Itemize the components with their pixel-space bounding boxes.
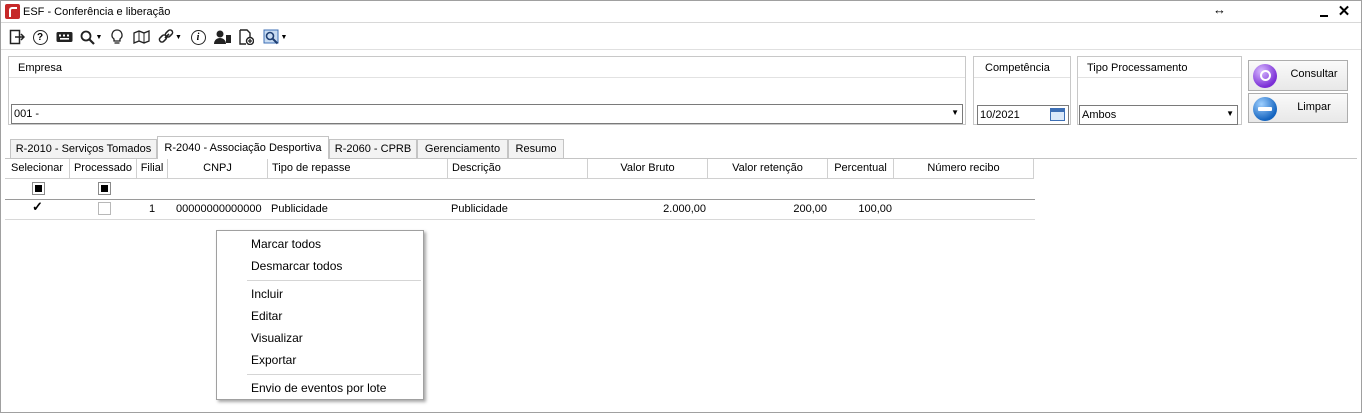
column-header-percentual[interactable]: Percentual	[828, 159, 894, 179]
chevron-down-icon: ▼	[95, 33, 103, 41]
divider	[9, 77, 965, 78]
tab-r2060[interactable]: R-2060 - CPRB	[329, 139, 417, 159]
competencia-group: Competência 10/2021	[973, 56, 1071, 125]
app-logo-icon	[5, 4, 20, 19]
consultar-button[interactable]: Consultar	[1248, 60, 1348, 91]
empresa-select[interactable]: 001 - ▼	[11, 104, 963, 124]
menu-item-incluir[interactable]: Incluir	[218, 283, 422, 305]
toolbar: ? ▼ ▼ i ▼	[1, 24, 1361, 50]
empresa-label: Empresa	[18, 62, 63, 74]
tab-gerenciamento[interactable]: Gerenciamento	[417, 139, 508, 159]
column-header-valor-retencao[interactable]: Valor retenção	[708, 159, 828, 179]
column-header-processado[interactable]: Processado	[70, 159, 137, 179]
lightbulb-icon[interactable]	[109, 28, 125, 46]
tab-resumo[interactable]: Resumo	[508, 139, 564, 159]
minimize-button[interactable]	[1315, 3, 1333, 21]
competencia-label: Competência	[985, 62, 1050, 74]
menu-item-envio-eventos-lote[interactable]: Envio de eventos por lote	[218, 377, 422, 399]
menu-separator	[247, 280, 421, 281]
tipo-processamento-group: Tipo Processamento Ambos ▼	[1077, 56, 1242, 125]
row-select-checkbox[interactable]	[32, 199, 45, 215]
column-header-cnpj[interactable]: CNPJ	[168, 159, 268, 179]
empresa-value: 001 -	[14, 108, 40, 120]
cell-valor-bruto: 2.000,00	[663, 203, 706, 215]
column-header-tipo-repasse[interactable]: Tipo de repasse	[268, 159, 448, 179]
menu-item-editar[interactable]: Editar	[218, 305, 422, 327]
menu-separator	[247, 374, 421, 375]
column-header-numero-recibo[interactable]: Número recibo	[894, 159, 1034, 179]
search-icon	[1253, 64, 1277, 88]
tipo-processamento-value: Ambos	[1082, 109, 1117, 121]
limpar-button[interactable]: Limpar	[1248, 93, 1348, 123]
column-header-filial[interactable]: Filial	[137, 159, 168, 179]
cell-filial: 1	[149, 203, 156, 215]
chevron-down-icon: ▼	[1226, 109, 1234, 118]
calendar-icon[interactable]	[1050, 108, 1065, 121]
divider	[5, 219, 1035, 220]
tab-r2040[interactable]: R-2040 - Associação Desportiva	[157, 136, 329, 159]
chevron-down-icon: ▼	[280, 33, 288, 41]
cell-cnpj: 00000000000000	[176, 203, 262, 215]
column-header-valor-bruto[interactable]: Valor Bruto	[588, 159, 708, 179]
competencia-value: 10/2021	[980, 109, 1020, 121]
keyboard-icon[interactable]	[55, 28, 73, 46]
cell-valor-retencao: 200,00	[793, 203, 827, 215]
chevron-down-icon: ▼	[951, 108, 959, 117]
cell-descricao: Publicidade	[451, 203, 508, 215]
row-processado-checkbox[interactable]	[98, 202, 111, 215]
link-icon[interactable]: ▼	[157, 28, 183, 46]
search-icon[interactable]: ▼	[79, 28, 103, 46]
clear-icon	[1253, 97, 1277, 121]
tipo-processamento-label: Tipo Processamento	[1087, 62, 1188, 74]
tools-icon[interactable]: ▼	[261, 28, 289, 46]
title-bar: ESF - Conferência e liberação ↔ ✕	[1, 1, 1361, 23]
new-document-icon[interactable]	[237, 28, 255, 46]
menu-item-visualizar[interactable]: Visualizar	[218, 327, 422, 349]
chevron-down-icon: ▼	[175, 33, 182, 41]
data-grid: Selecionar Processado Filial CNPJ Tipo d…	[5, 159, 1357, 411]
info-icon[interactable]: i	[189, 28, 207, 46]
processado-filter-checkbox[interactable]	[98, 182, 111, 195]
context-menu: Marcar todos Desmarcar todos Incluir Edi…	[216, 230, 424, 400]
consultar-label: Consultar	[1290, 68, 1338, 80]
menu-item-marcar-todos[interactable]: Marcar todos	[218, 233, 422, 255]
menu-item-desmarcar-todos[interactable]: Desmarcar todos	[218, 255, 422, 277]
menu-item-exportar[interactable]: Exportar	[218, 349, 422, 371]
resize-arrows-icon: ↔	[1213, 2, 1226, 17]
tipo-processamento-select[interactable]: Ambos ▼	[1079, 105, 1238, 125]
empresa-group: Empresa 001 - ▼	[8, 56, 966, 125]
window-title: ESF - Conferência e liberação	[23, 6, 171, 18]
column-header-descricao[interactable]: Descrição	[448, 159, 588, 179]
close-button[interactable]: ✕	[1335, 3, 1353, 21]
help-icon[interactable]: ?	[31, 28, 49, 46]
tab-bar: R-2010 - Serviços Tomados R-2040 - Assoc…	[1, 136, 1361, 159]
cell-percentual: 100,00	[858, 203, 892, 215]
main-window: ESF - Conferência e liberação ↔ ✕ ? ▼ ▼	[0, 0, 1362, 413]
column-header-selecionar[interactable]: Selecionar	[5, 159, 70, 179]
user-icon[interactable]	[213, 28, 233, 46]
map-icon[interactable]	[131, 28, 151, 46]
divider	[974, 77, 1070, 78]
tab-r2010[interactable]: R-2010 - Serviços Tomados	[10, 139, 157, 159]
competencia-date-input[interactable]: 10/2021	[977, 105, 1069, 125]
divider	[1078, 77, 1241, 78]
select-all-checkbox[interactable]	[32, 182, 45, 195]
limpar-label: Limpar	[1297, 101, 1331, 113]
divider	[5, 199, 1035, 200]
cell-tipo-repasse: Publicidade	[271, 203, 328, 215]
exit-icon[interactable]	[9, 28, 25, 46]
